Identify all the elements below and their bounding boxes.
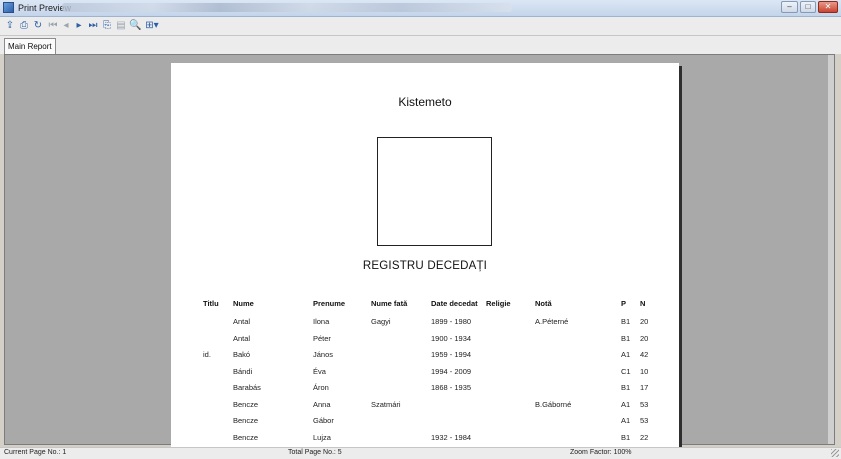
next-page-icon[interactable]: ▸	[73, 20, 85, 32]
table-cell-nume: Bándi	[233, 366, 253, 376]
table-cell-prenume: Gábor	[313, 416, 334, 425]
report-image-placeholder	[377, 137, 492, 246]
table-cell-prenume: Ilona	[313, 317, 330, 326]
table-cell-n: 17	[640, 383, 649, 392]
title-bar: Print Preview – □ ✕	[0, 0, 841, 17]
table-cell-n: 20	[640, 333, 649, 343]
table-cell-n: 53	[640, 416, 649, 425]
table-cell-nume: Bencze	[233, 432, 259, 442]
table-cell-p: B1	[621, 383, 631, 392]
column-header-nume: Nume	[233, 299, 254, 308]
report-subtitle: REGISTRU DECEDAȚI	[362, 260, 488, 272]
column-header-date-decedat: Date decedat	[431, 299, 478, 308]
preview-viewport[interactable]: Kistemeto REGISTRU DECEDAȚI Titlu Nume P…	[4, 54, 835, 453]
table-cell-prenume: Áron	[313, 383, 329, 392]
column-header-religie: Religie	[486, 299, 511, 308]
column-header-nota: Notă	[535, 299, 552, 308]
table-cell-titlu: id.	[203, 350, 211, 359]
table-cell-prenume: Anna	[313, 399, 331, 409]
table-cell-n: 42	[640, 350, 649, 359]
column-header-prenume: Prenume	[313, 299, 346, 308]
table-cell-date-decedat: 1868 - 1935	[431, 383, 472, 392]
tab-strip: Main Report	[0, 36, 841, 54]
report-title: Kistemeto	[398, 95, 452, 109]
table-cell-p: A1	[621, 399, 631, 409]
table-cell-n: 20	[640, 317, 649, 326]
close-button[interactable]: ✕	[818, 1, 838, 13]
current-page-status: Current Page No.: 1	[4, 449, 67, 456]
table-cell-prenume: Péter	[313, 333, 331, 343]
status-bar: Current Page No.: 1 Total Page No.: 5 Zo…	[0, 447, 841, 459]
minimize-button[interactable]: –	[781, 1, 798, 13]
export-icon[interactable]: ⇪	[4, 20, 16, 32]
column-header-n: N	[640, 299, 646, 308]
print-icon[interactable]: ⎙	[18, 20, 30, 32]
table-cell-date-decedat: 1899 - 1980	[431, 317, 472, 326]
find-icon[interactable]: 🔍	[129, 20, 141, 32]
goto-page-icon[interactable]: ⎘	[101, 20, 113, 32]
column-header-p: P	[621, 299, 627, 308]
last-page-icon[interactable]: ⏭	[87, 20, 99, 32]
table-cell-date-decedat: 1959 - 1994	[431, 350, 472, 359]
table-cell-nume-fata: Szatmári	[371, 399, 401, 409]
table-cell-nume: Bakó	[233, 350, 251, 359]
table-cell-p: A1	[621, 416, 631, 425]
refresh-icon[interactable]: ↻	[32, 20, 44, 32]
table-cell-nume: Barabás	[233, 383, 261, 392]
table-cell-n: 53	[640, 399, 649, 409]
vertical-scrollbar[interactable]	[828, 55, 834, 444]
table-cell-n: 22	[640, 432, 649, 442]
table-cell-n: 10	[640, 366, 649, 376]
table-cell-p: A1	[621, 350, 631, 359]
zoom-status: Zoom Factor: 100%	[570, 449, 632, 456]
table-cell-nume-fata: Gagyi	[371, 317, 391, 326]
tab-main-report[interactable]: Main Report	[4, 38, 56, 54]
resize-grip[interactable]	[831, 449, 839, 457]
title-bar-blurred-area	[62, 3, 512, 12]
table-cell-prenume: Lujza	[313, 432, 331, 442]
table-cell-nume: Bencze	[233, 416, 259, 425]
table-cell-date-decedat: 1900 - 1934	[431, 333, 472, 343]
toolbar: ⇪ ⎙ ↻ ⏮ ◂ ▸ ⏭ ⎘ ▤ 🔍 ⊞▾	[0, 17, 841, 36]
first-page-icon[interactable]: ⏮	[47, 20, 59, 32]
table-cell-date-decedat: 1994 - 2009	[431, 366, 472, 376]
page-setup-icon[interactable]: ▤	[115, 20, 127, 32]
table-cell-nota: A.Péterné	[535, 317, 569, 326]
report-page: Kistemeto REGISTRU DECEDAȚI Titlu Nume P…	[171, 63, 679, 453]
table-cell-nume: Antal	[233, 333, 251, 343]
table-cell-nota: B.Gáborné	[535, 399, 572, 409]
column-header-nume-fata: Nume fată	[371, 299, 408, 308]
table-cell-nume: Antal	[233, 317, 251, 326]
table-cell-nume: Bencze	[233, 399, 259, 409]
total-pages-status: Total Page No.: 5	[288, 449, 342, 456]
column-header-titlu: Titlu	[203, 299, 219, 308]
zoom-dropdown-icon[interactable]: ⊞▾	[144, 20, 160, 32]
table-cell-p: B1	[621, 317, 631, 326]
table-cell-p: B1	[621, 432, 631, 442]
table-cell-date-decedat: 1932 - 1984	[431, 432, 472, 442]
previous-page-icon[interactable]: ◂	[60, 20, 72, 32]
app-icon	[3, 2, 14, 13]
table-cell-p: C1	[621, 366, 631, 376]
table-cell-p: B1	[621, 333, 631, 343]
table-cell-prenume: Éva	[313, 366, 326, 376]
maximize-button[interactable]: □	[800, 1, 816, 13]
table-cell-prenume: János	[313, 350, 334, 359]
